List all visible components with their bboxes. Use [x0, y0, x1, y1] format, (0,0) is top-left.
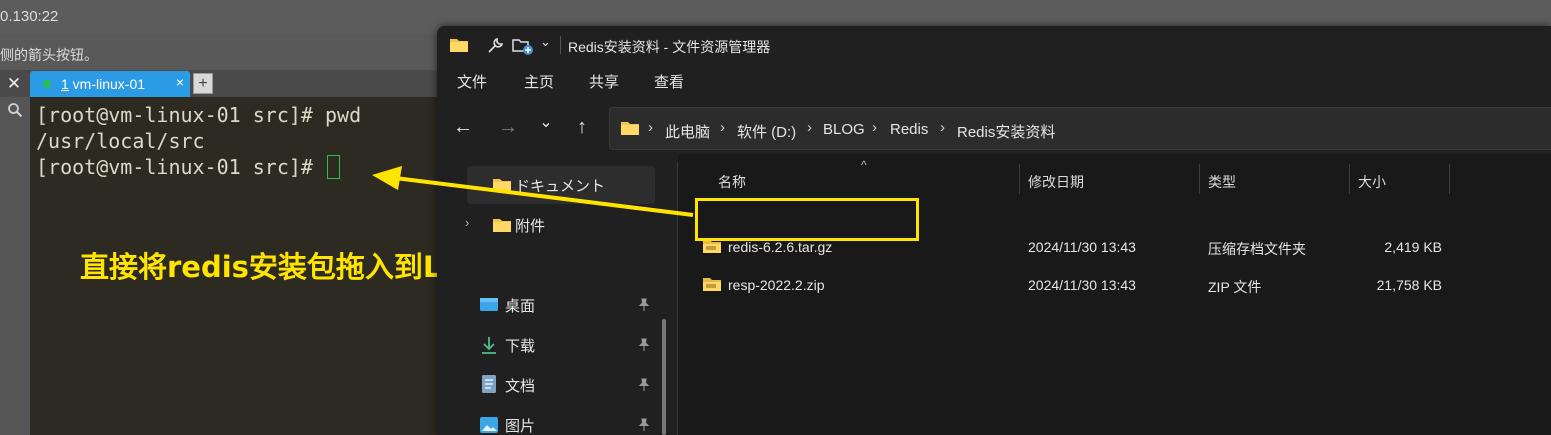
pin-icon[interactable]: [637, 338, 651, 352]
screen: 0.130:22 侧的箭头按钮。 ✕ 1 vm-linux-01 × + [ro…: [0, 0, 1551, 435]
file-name: redis-6.2.6.tar.gz: [728, 239, 833, 255]
breadcrumb-drive-d[interactable]: 软件 (D:): [737, 121, 796, 142]
chevron-right-icon[interactable]: ›: [465, 215, 469, 230]
nav-label: 文档: [505, 378, 536, 395]
file-type: ZIP 文件: [1208, 279, 1262, 295]
chevron-right-icon: ›: [720, 119, 725, 136]
address-row: ← → ⌄ ↑ › 此电脑 › 软件 (D:) › BLOG › Redis ›…: [437, 102, 1551, 154]
menu-share[interactable]: 共享: [589, 71, 619, 92]
pin-icon[interactable]: [637, 378, 651, 392]
download-icon: [482, 337, 496, 354]
forward-arrow-icon[interactable]: →: [497, 116, 519, 138]
menu-view[interactable]: 查看: [654, 71, 684, 92]
terminal-tab-bar: ✕ 1 vm-linux-01 × +: [0, 70, 440, 97]
nav-item-pictures[interactable]: 图片: [467, 406, 657, 435]
file-size: 2,419 KB: [1384, 239, 1442, 255]
new-folder-icon[interactable]: [512, 36, 534, 56]
folder-icon: [493, 179, 511, 192]
terminal-line: [root@vm-linux-01 src]#: [36, 155, 340, 179]
terminal-prompt: [root@vm-linux-01 src]#: [36, 155, 325, 179]
nav-label: 桌面: [505, 298, 536, 315]
search-icon[interactable]: [7, 102, 23, 118]
column-header-name[interactable]: 名称: [718, 172, 746, 192]
close-panel-icon[interactable]: ✕: [0, 70, 28, 97]
file-modified: 2024/11/30 13:43: [1028, 277, 1136, 293]
file-name: resp-2022.2.zip: [728, 277, 825, 293]
chevron-right-icon: ›: [872, 119, 877, 136]
chevron-right-icon: ›: [807, 119, 812, 136]
breadcrumb-redis[interactable]: Redis: [890, 121, 928, 138]
terminal-hint-text: 侧的箭头按钮。: [0, 47, 98, 63]
nav-label: 下载: [505, 338, 536, 355]
nav-item-downloads[interactable]: 下载: [467, 326, 657, 364]
column-separator[interactable]: [1019, 164, 1020, 194]
document-icon: [482, 375, 496, 393]
nav-item-documents[interactable]: 文档: [467, 366, 657, 404]
terminal-cursor: [326, 155, 340, 179]
terminal-line: /usr/local/src: [36, 129, 205, 153]
pin-icon[interactable]: [637, 298, 651, 312]
navigation-pane: ドキュメント › 附件 桌面 下载 文档 图片: [437, 162, 677, 435]
terminal-hint-bar: 侧的箭头按钮。: [0, 34, 440, 70]
add-tab-button[interactable]: +: [193, 73, 213, 94]
menu-file[interactable]: 文件: [457, 71, 487, 92]
breadcrumb-blog[interactable]: BLOG: [823, 121, 865, 138]
pin-icon[interactable]: [637, 418, 651, 432]
column-header-type[interactable]: 类型: [1208, 172, 1236, 192]
column-header-modified[interactable]: 修改日期: [1028, 172, 1084, 192]
file-explorer-window: ⌄ Redis安装资料 - 文件资源管理器 文件 主页 共享 查看 ← → ⌄ …: [437, 26, 1551, 435]
highlight-box: [695, 198, 919, 241]
nav-scrollbar[interactable]: [662, 319, 666, 435]
terminal-tab-index: 1: [61, 76, 69, 92]
picture-icon: [480, 417, 498, 433]
column-separator[interactable]: [1199, 164, 1200, 194]
window-title: Redis安装资料 - 文件资源管理器: [568, 39, 771, 55]
terminal-line: [root@vm-linux-01 src]# pwd: [36, 103, 362, 127]
titlebar-divider: [560, 36, 561, 54]
breadcrumb-this-pc[interactable]: 此电脑: [665, 121, 710, 142]
file-size: 21,758 KB: [1376, 277, 1442, 293]
connection-status-icon: [43, 80, 51, 88]
terminal-sidebar: [0, 97, 30, 435]
menu-home[interactable]: 主页: [524, 71, 554, 92]
file-modified: 2024/11/30 13:43: [1028, 239, 1136, 255]
folder-icon: [493, 219, 511, 232]
properties-icon[interactable]: [485, 36, 505, 56]
up-arrow-icon[interactable]: ↑: [571, 116, 593, 138]
terminal-app-title: 0.130:22: [0, 8, 59, 25]
back-arrow-icon[interactable]: ←: [452, 116, 474, 138]
breadcrumb-redis-install[interactable]: Redis安装资料: [957, 121, 1055, 142]
recent-locations-icon[interactable]: ⌄: [535, 112, 557, 134]
column-separator[interactable]: [1449, 164, 1450, 194]
close-tab-icon[interactable]: ×: [176, 74, 184, 90]
chevron-right-icon: ›: [648, 119, 653, 136]
folder-icon: [450, 39, 468, 52]
terminal-tab-name: vm-linux-01: [68, 76, 146, 92]
nav-label: 附件: [515, 218, 546, 235]
folder-icon: [621, 122, 639, 135]
file-row[interactable]: resp-2022.2.zip 2024/11/30 13:43 ZIP 文件 …: [694, 267, 1454, 303]
explorer-menubar: 文件 主页 共享 查看: [437, 64, 1551, 98]
file-list: ^ 名称 修改日期 类型 大小 redis-6.2.6.tar.gz 2024/…: [678, 154, 1551, 435]
nav-item-desktop[interactable]: 桌面: [467, 286, 657, 324]
sort-ascending-icon: ^: [861, 158, 867, 172]
zip-folder-icon: [703, 278, 721, 291]
explorer-titlebar: ⌄ Redis安装资料 - 文件资源管理器: [437, 26, 1551, 64]
desktop-icon: [480, 298, 498, 311]
nav-item-attachments[interactable]: › 附件: [457, 206, 655, 244]
address-bar[interactable]: › 此电脑 › 软件 (D:) › BLOG › Redis › Redis安装…: [609, 107, 1551, 150]
nav-item-documents-jp[interactable]: ドキュメント: [467, 166, 655, 204]
nav-label: 图片: [505, 418, 536, 435]
file-type: 压缩存档文件夹: [1208, 241, 1306, 257]
column-header-size[interactable]: 大小: [1358, 172, 1386, 192]
terminal-tab[interactable]: 1 vm-linux-01 ×: [30, 71, 190, 97]
chevron-right-icon: ›: [940, 119, 945, 136]
column-separator[interactable]: [1349, 164, 1350, 194]
terminal-tab-label: 1 vm-linux-01: [61, 76, 145, 92]
nav-label: ドキュメント: [515, 178, 606, 195]
chevron-down-icon[interactable]: ⌄: [540, 34, 551, 50]
